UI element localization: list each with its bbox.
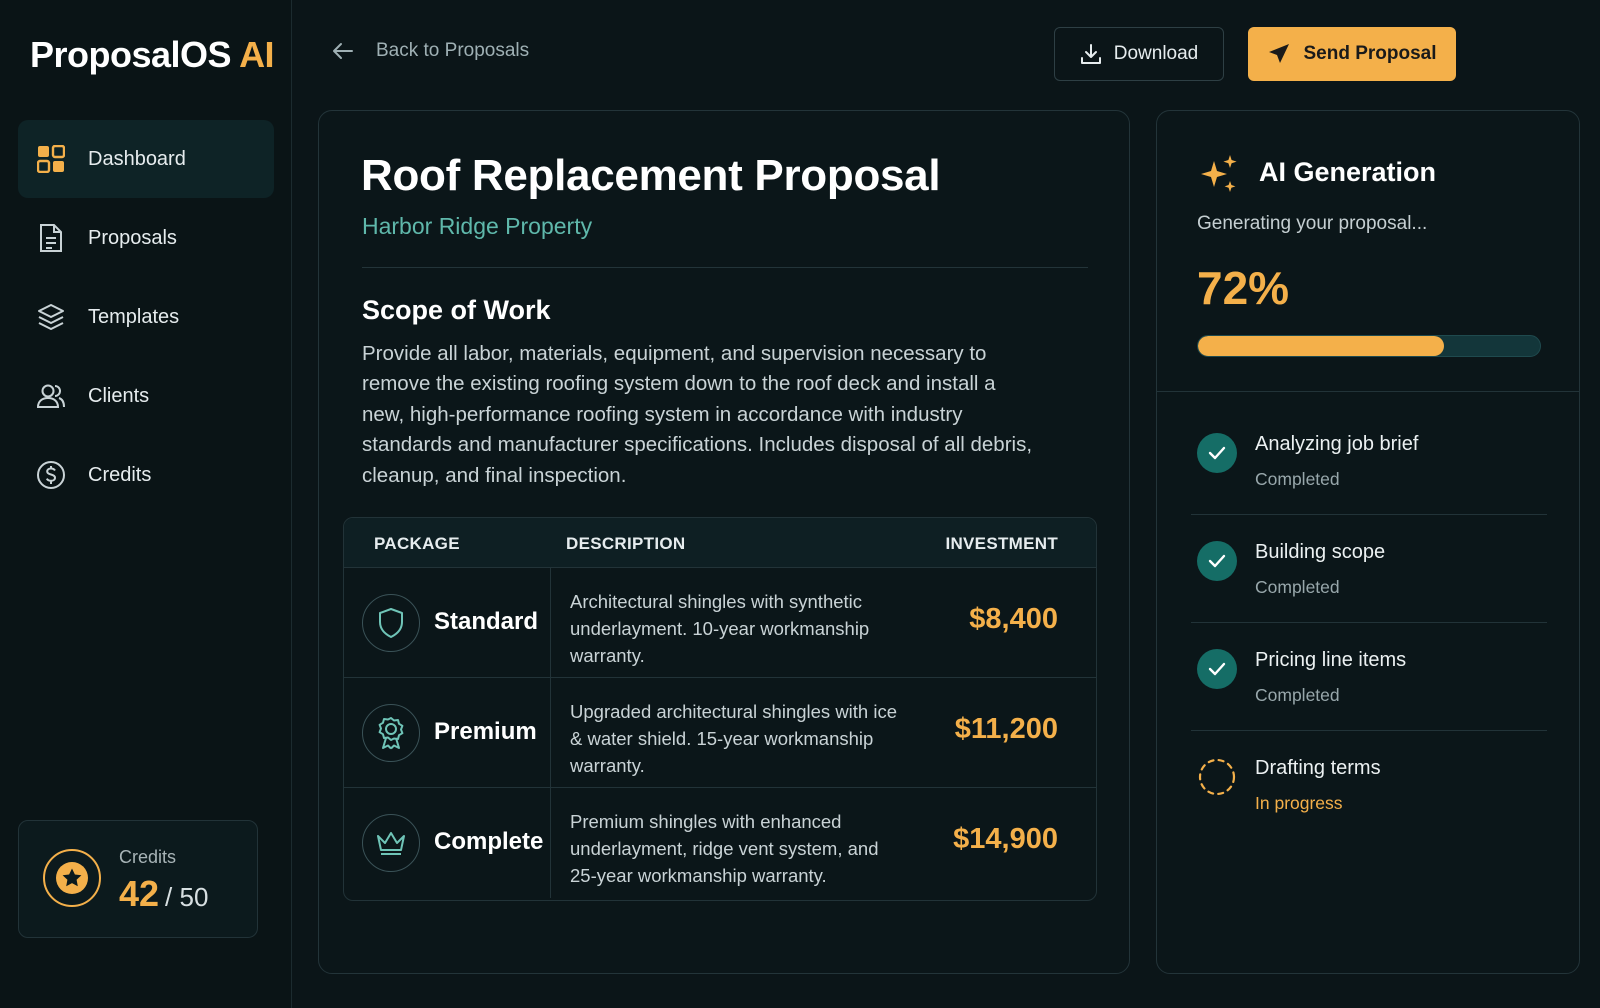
ai-generation-panel: AI Generation Generating your proposal..…	[1156, 110, 1580, 974]
package-name: Complete	[434, 828, 544, 855]
credits-label: Credits	[119, 847, 177, 867]
sidebar-item-label: Dashboard	[88, 147, 186, 170]
table-row[interactable]: Premium Upgraded architectural shingles …	[344, 678, 1096, 788]
step-title: Pricing line items	[1255, 649, 1407, 671]
sidebar-item-label: Proposals	[88, 226, 177, 249]
step-building-scope: Building scope Completed	[1191, 515, 1547, 623]
column-header-package: PACKAGE	[374, 534, 460, 553]
ai-status-text: Generating your proposal...	[1197, 213, 1428, 234]
arrow-left-icon	[332, 42, 354, 60]
step-status: Completed	[1255, 469, 1340, 489]
check-circle-icon	[1197, 541, 1237, 581]
download-icon	[1080, 43, 1102, 65]
proposal-property: Harbor Ridge Property	[362, 213, 593, 239]
progress-bar	[1197, 335, 1541, 357]
step-status: In progress	[1255, 793, 1343, 813]
brand-logo[interactable]: ProposalOS AI	[30, 34, 275, 76]
step-title: Analyzing job brief	[1255, 433, 1419, 455]
column-divider	[550, 678, 551, 787]
download-button[interactable]: Download	[1054, 27, 1224, 81]
back-to-proposals-link[interactable]: Back to Proposals	[332, 40, 529, 62]
package-price: $14,900	[953, 823, 1058, 855]
back-label: Back to Proposals	[376, 40, 530, 61]
send-proposal-button[interactable]: Send Proposal	[1248, 27, 1456, 81]
table-row[interactable]: Standard Architectural shingles with syn…	[344, 568, 1096, 678]
crown-icon	[362, 814, 420, 872]
sidebar: ProposalOS AI Dashboard Proposals Templa…	[0, 0, 292, 1008]
package-name: Premium	[434, 718, 537, 745]
check-circle-icon	[1197, 433, 1237, 473]
scope-text: Provide all labor, materials, equipment,…	[362, 342, 1033, 487]
proposal-title: Roof Replacement Proposal	[361, 151, 941, 200]
shield-icon	[362, 594, 420, 652]
layers-icon	[36, 302, 66, 332]
scope-heading: Scope of Work	[362, 295, 551, 325]
package-description: Premium shingles with enhanced underlaym…	[570, 811, 879, 886]
step-analyzing-job-brief: Analyzing job brief Completed	[1191, 407, 1547, 515]
credits-used: 42	[119, 873, 160, 914]
sidebar-item-templates[interactable]: Templates	[18, 278, 274, 356]
sidebar-nav: Dashboard Proposals Templates Clients Cr…	[18, 120, 274, 515]
credits-total: / 50	[165, 882, 209, 912]
credits-summary-card[interactable]: Credits 42/ 50	[18, 820, 258, 938]
send-label: Send Proposal	[1303, 43, 1437, 64]
step-status: Completed	[1255, 685, 1340, 705]
step-pricing-line-items: Pricing line items Completed	[1191, 623, 1547, 731]
package-table: PACKAGE DESCRIPTION INVESTMENT Standard …	[343, 517, 1097, 901]
progress-percent: 72%	[1197, 262, 1290, 314]
award-ribbon-icon	[362, 704, 420, 762]
check-circle-icon	[1197, 649, 1237, 689]
package-price: $11,200	[954, 713, 1058, 745]
sidebar-item-clients[interactable]: Clients	[18, 357, 274, 435]
step-status: Completed	[1255, 577, 1340, 597]
document-icon	[36, 223, 66, 253]
dollar-circle-icon	[36, 460, 66, 490]
sidebar-item-label: Credits	[88, 463, 152, 486]
column-header-investment: INVESTMENT	[945, 534, 1058, 553]
table-row[interactable]: Complete Premium shingles with enhanced …	[344, 788, 1096, 898]
column-divider	[550, 568, 551, 677]
column-header-description: DESCRIPTION	[566, 534, 686, 553]
package-name: Standard	[434, 608, 539, 635]
sidebar-item-credits[interactable]: Credits	[18, 436, 274, 514]
table-header: PACKAGE DESCRIPTION INVESTMENT	[344, 518, 1096, 568]
sidebar-item-proposals[interactable]: Proposals	[18, 199, 274, 277]
sidebar-item-label: Clients	[88, 384, 150, 407]
loading-spinner-icon	[1197, 757, 1237, 797]
divider	[362, 267, 1088, 268]
ai-panel-title: AI Generation	[1259, 157, 1437, 187]
send-icon	[1267, 42, 1291, 66]
sidebar-item-dashboard[interactable]: Dashboard	[18, 120, 274, 198]
package-price: $8,400	[969, 603, 1058, 635]
users-icon	[36, 381, 66, 411]
divider	[1157, 391, 1579, 392]
sparkles-icon	[1197, 153, 1241, 202]
grid-icon	[36, 144, 66, 174]
progress-bar-fill	[1198, 336, 1445, 356]
package-description: Architectural shingles with synthetic un…	[570, 591, 870, 666]
column-divider	[550, 788, 551, 898]
star-coin-icon	[43, 849, 101, 907]
brand-suffix: AI	[239, 34, 275, 75]
download-label: Download	[1113, 43, 1199, 64]
step-drafting-terms: Drafting terms In progress	[1191, 731, 1547, 839]
sidebar-item-label: Templates	[88, 305, 180, 328]
step-title: Building scope	[1255, 541, 1386, 563]
proposal-document: Roof Replacement Proposal Harbor Ridge P…	[318, 110, 1130, 974]
package-description: Upgraded architectural shingles with ice…	[570, 701, 898, 776]
credits-value: 42/ 50	[119, 873, 208, 915]
brand-name: ProposalOS	[30, 34, 232, 75]
step-title: Drafting terms	[1255, 757, 1381, 779]
